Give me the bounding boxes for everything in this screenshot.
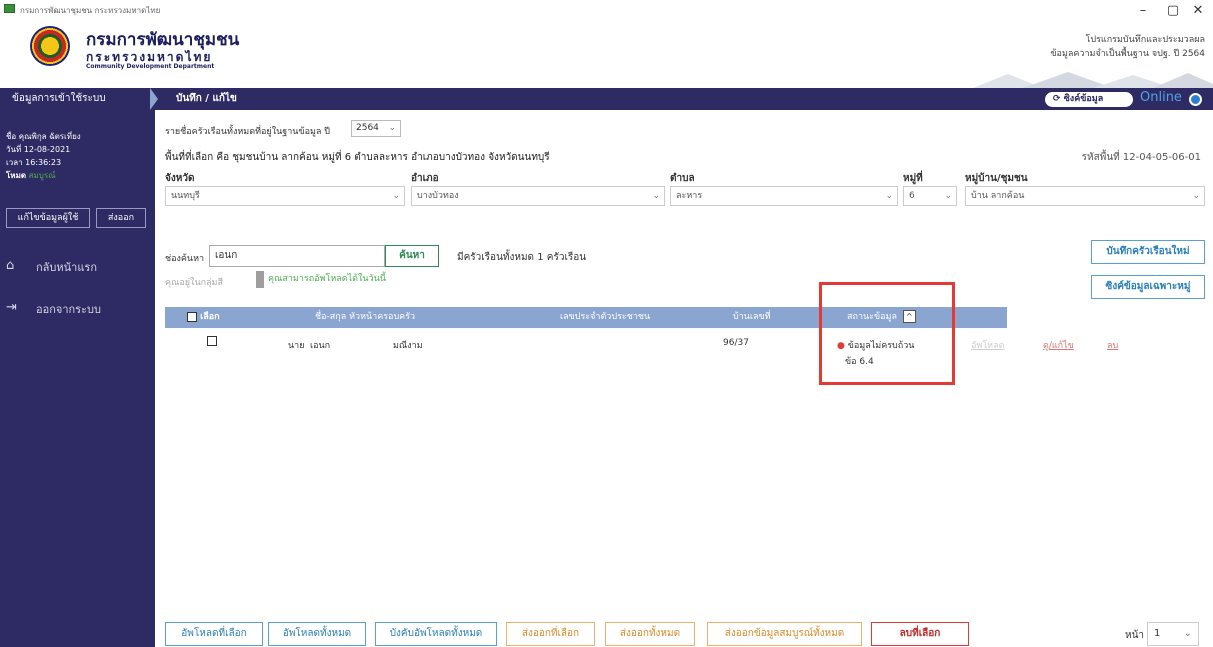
id-header: เลขประจำตัวประชาชน bbox=[560, 312, 651, 322]
chevron-down-icon: ⌄ bbox=[652, 191, 660, 201]
online-indicator-icon bbox=[1189, 93, 1202, 106]
selected-area: พื้นที่ที่เลือก คือ ชุมชนบ้าน ลากค้อน หม… bbox=[165, 152, 550, 163]
program-name: โปรแกรมบันทึกและประมวลผล bbox=[1085, 35, 1205, 45]
main-content: รายชื่อครัวเรือนทั้งหมดที่อยู่ในฐานข้อมู… bbox=[155, 110, 1213, 647]
home-label: กลับหน้าแรก bbox=[36, 261, 97, 274]
logout-icon: ⇥ bbox=[6, 300, 17, 315]
sync-village-button[interactable]: ซิงค์ข้อมูลเฉพาะหมู่ bbox=[1091, 275, 1205, 299]
search-input[interactable]: เอนก bbox=[209, 245, 385, 267]
page-label: หน้า bbox=[1125, 630, 1145, 641]
close-button[interactable]: ✕ bbox=[1183, 2, 1213, 20]
upload-selected-button[interactable]: อัพโหลดที่เลือก bbox=[165, 622, 263, 646]
row-last-name: มณีงาม bbox=[393, 341, 423, 351]
chevron-down-icon: ⌄ bbox=[944, 191, 952, 201]
district-label: อำเภอ bbox=[411, 173, 439, 184]
subdistrict-select[interactable]: ละหาร ⌄ bbox=[670, 186, 898, 206]
mode-label: โหมด bbox=[6, 171, 27, 180]
roofs-decoration-icon bbox=[973, 72, 1213, 88]
village-value: บ้าน ลากค้อน bbox=[971, 191, 1025, 201]
upload-note: คุณสามารถอัพโหลดได้ในวันนี้ bbox=[256, 271, 390, 288]
login-time: เวลา 16:36:23 bbox=[6, 158, 62, 167]
moo-value: 6 bbox=[909, 191, 915, 201]
district-select[interactable]: บางบัวทอง ⌄ bbox=[411, 186, 665, 206]
area-code: รหัสพื้นที่ 12-04-05-06-01 bbox=[1081, 152, 1201, 163]
row-upload-link[interactable]: อัพโหลด bbox=[971, 338, 1004, 352]
title-bar: กรมการพัฒนาชุมชน กระทรวงมหาดไทย – ▢ ✕ bbox=[0, 0, 1213, 20]
province-label: จังหวัด bbox=[165, 173, 195, 184]
select-all-checkbox[interactable] bbox=[187, 311, 197, 322]
user-group-text: คุณอยู่ในกลุ่มสี bbox=[165, 278, 223, 288]
sync-icon: ⟳ bbox=[1053, 94, 1061, 104]
window-title: กรมการพัฒนาชุมชน กระทรวงมหาดไทย bbox=[20, 6, 161, 15]
edit-user-button[interactable]: แก้ไขข้อมูลผู้ใช้ bbox=[6, 208, 90, 228]
app-icon bbox=[4, 4, 15, 13]
house-no-header: บ้านเลขที่ bbox=[733, 312, 771, 322]
row-title: นาย bbox=[288, 341, 305, 351]
chevron-down-icon: ⌄ bbox=[885, 191, 893, 201]
chevron-down-icon: ⌄ bbox=[388, 123, 396, 133]
village-label: หมู่บ้าน/ชุมชน bbox=[965, 173, 1028, 184]
online-status-text: Online bbox=[1140, 90, 1182, 105]
export-selected-button[interactable]: ส่งออกที่เลือก bbox=[506, 622, 595, 646]
department-logo-icon bbox=[30, 26, 70, 66]
upload-all-button[interactable]: อัพโหลดทั้งหมด bbox=[268, 622, 366, 646]
province-select[interactable]: นนทบุรี ⌄ bbox=[165, 186, 405, 206]
year-select[interactable]: 2564 ⌄ bbox=[351, 120, 401, 137]
mode-value: สมบูรณ์ bbox=[28, 171, 56, 180]
program-subtitle: ข้อมูลความจำเป็นพื้นฐาน จปฐ. ปี 2564 bbox=[1050, 49, 1205, 59]
subdistrict-label: ตำบล bbox=[670, 173, 695, 184]
logout-label: ออกจากระบบ bbox=[36, 303, 101, 316]
home-link[interactable]: ⌂ กลับหน้าแรก bbox=[6, 258, 97, 276]
year-value: 2564 bbox=[356, 123, 379, 133]
mode-line: โหมด สมบูรณ์ bbox=[6, 169, 56, 182]
page-select[interactable]: 1 ⌄ bbox=[1147, 622, 1199, 646]
subdistrict-value: ละหาร bbox=[676, 191, 703, 201]
user-name: ชื่อ คุณพิกุล ฉัตรเที่ยง bbox=[6, 132, 81, 141]
row-delete-link[interactable]: ลบ bbox=[1107, 338, 1118, 352]
page-value: 1 bbox=[1154, 628, 1161, 639]
chevron-down-icon: ⌄ bbox=[1192, 191, 1200, 201]
province-value: นนทบุรี bbox=[171, 191, 200, 201]
year-prefix: รายชื่อครัวเรือนทั้งหมดที่อยู่ในฐานข้อมู… bbox=[165, 127, 330, 137]
sync-label: ซิงค์ข้อมูล bbox=[1063, 94, 1104, 104]
moo-label: หมู่ที่ bbox=[903, 173, 923, 184]
moo-select[interactable]: 6 ⌄ bbox=[903, 186, 957, 206]
export-all-button[interactable]: ส่งออกทั้งหมด bbox=[605, 622, 695, 646]
home-icon: ⌂ bbox=[6, 258, 15, 273]
sidebar: ชื่อ คุณพิกุล ฉัตรเที่ยง วันที่ 12-08-20… bbox=[0, 110, 155, 647]
export-button[interactable]: ส่งออก bbox=[96, 208, 146, 228]
row-edit-link[interactable]: ดู/แก้ไข bbox=[1043, 338, 1074, 352]
login-date: วันที่ 12-08-2021 bbox=[6, 145, 71, 154]
household-count: มีครัวเรือนทั้งหมด 1 ครัวเรือน bbox=[457, 252, 587, 263]
dept-english-name: Community Development Department bbox=[86, 63, 215, 70]
row-first-name: เอนก bbox=[310, 341, 331, 351]
chevron-down-icon: ⌄ bbox=[392, 191, 400, 201]
export-complete-button[interactable]: ส่งออกข้อมูลสมบูรณ์ทั้งหมด bbox=[707, 622, 862, 646]
row-checkbox[interactable] bbox=[207, 336, 217, 347]
minimize-button[interactable]: – bbox=[1128, 2, 1158, 20]
logout-link[interactable]: ⇥ ออกจากระบบ bbox=[6, 300, 101, 318]
sync-data-button[interactable]: ⟳ ซิงค์ข้อมูล bbox=[1045, 92, 1133, 107]
new-household-button[interactable]: บันทึกครัวเรือนใหม่ bbox=[1091, 240, 1205, 264]
name-header: ชื่อ-สกุล หัวหน้าครอบครัว bbox=[315, 312, 416, 322]
district-value: บางบัวทอง bbox=[417, 191, 459, 201]
nav-session-label: ข้อมูลการเข้าใช้ระบบ bbox=[12, 93, 106, 104]
row-house-no: 96/37 bbox=[723, 338, 749, 348]
select-header-label: เลือก bbox=[200, 312, 220, 322]
nav-arrow-icon bbox=[150, 88, 158, 110]
nav-bar: ข้อมูลการเข้าใช้ระบบ บันทึก / แก้ไข ⟳ ซิ… bbox=[0, 88, 1213, 110]
app-window: กรมการพัฒนาชุมชน กระทรวงมหาดไทย – ▢ ✕ กร… bbox=[0, 0, 1213, 647]
select-all-header[interactable]: เลือก bbox=[187, 307, 220, 328]
page-title: บันทึก / แก้ไข bbox=[176, 93, 237, 104]
chevron-down-icon: ⌄ bbox=[1183, 628, 1192, 639]
search-button[interactable]: ค้นหา bbox=[385, 245, 439, 267]
delete-selected-button[interactable]: ลบที่เลือก bbox=[871, 622, 969, 646]
highlight-box bbox=[819, 282, 955, 385]
village-select[interactable]: บ้าน ลากค้อน ⌄ bbox=[965, 186, 1205, 206]
force-upload-all-button[interactable]: บังคับอัพโหลดทั้งหมด bbox=[375, 622, 497, 646]
app-header: กรมการพัฒนาชุมชน กระทรวงมหาดไทย Communit… bbox=[0, 20, 1213, 88]
search-label: ช่องค้นหา bbox=[165, 254, 205, 264]
